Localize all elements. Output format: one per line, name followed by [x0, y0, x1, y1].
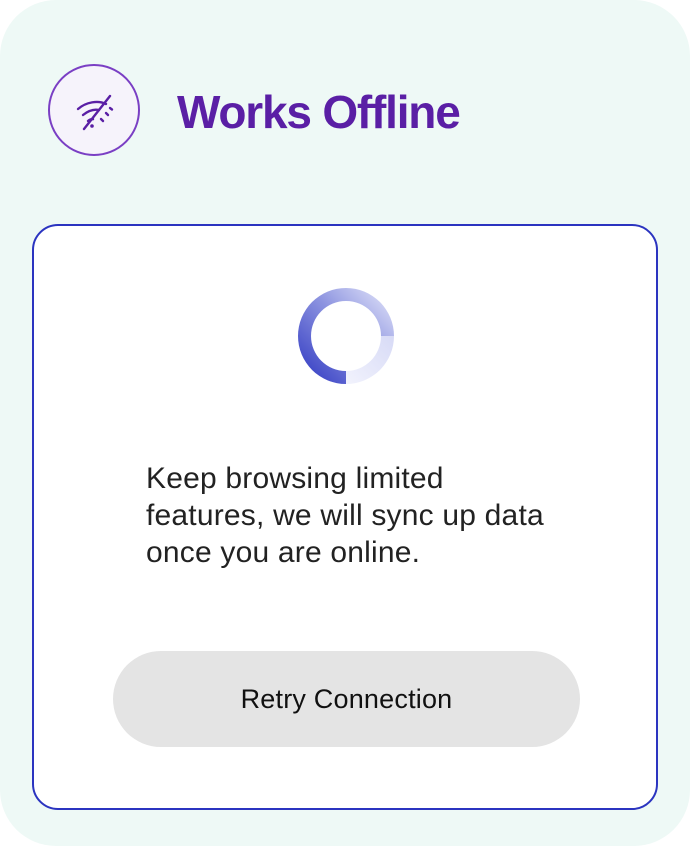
retry-connection-button[interactable]: Retry Connection [113, 651, 580, 747]
page-title: Works Offline [177, 86, 461, 138]
loading-spinner-icon [298, 288, 394, 384]
offline-card: Keep browsing limited features, we will … [32, 224, 658, 810]
offline-panel: Works Offline Keep browsing limited feat… [0, 0, 690, 846]
wifi-off-icon [48, 64, 140, 156]
offline-message: Keep browsing limited features, we will … [146, 462, 544, 569]
